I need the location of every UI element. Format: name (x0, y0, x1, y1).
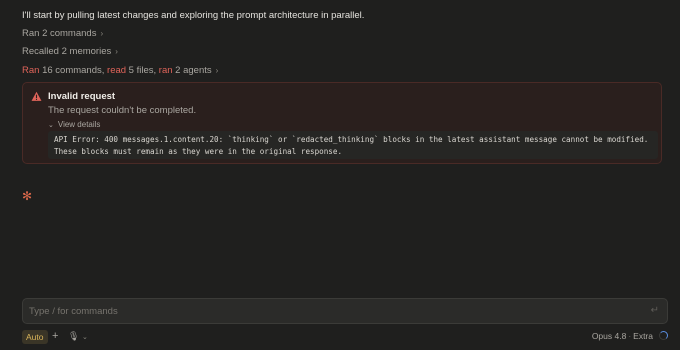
composer: ↵ (22, 298, 668, 324)
chevron-right-icon: › (215, 66, 219, 75)
ran-commands-toggle[interactable]: Ran 2 commands › (22, 28, 103, 39)
view-details-toggle[interactable]: ⌄ View details (48, 120, 100, 129)
mic-icon: 🎙 (68, 331, 80, 341)
recalled-memories-label: Recalled 2 memories (22, 46, 112, 57)
chevron-right-icon: › (100, 29, 104, 38)
view-details-label: View details (57, 120, 101, 129)
chevron-down-icon: ⌄ (48, 122, 54, 129)
chevron-right-icon: › (115, 47, 118, 56)
model-variant: Extra (633, 331, 653, 341)
model-selector[interactable]: Opus 4.8 · Extra (592, 330, 668, 344)
chevron-down-icon: ⌄ (81, 334, 88, 341)
files-count: 5 files, (126, 65, 159, 76)
ran-commands-label: Ran 2 commands (22, 28, 97, 39)
error-subtitle: The request couldn't be completed. (48, 105, 197, 116)
activity-summary-toggle[interactable]: Ran 16 commands, read 5 files, ran 2 age… (22, 65, 218, 76)
error-details: API Error: 400 messages.1.content.20: `t… (48, 131, 658, 159)
enter-icon[interactable]: ↵ (651, 305, 659, 316)
read-label: read (107, 65, 127, 76)
loading-spinner-icon (659, 331, 668, 340)
model-separator: · (628, 331, 632, 341)
thinking-spinner-icon: ✻ (22, 189, 33, 203)
warning-icon (31, 91, 42, 101)
commands-count: 16 commands, (39, 65, 108, 76)
ran-agents-label: ran (158, 65, 173, 76)
add-attachment-button[interactable]: + (52, 330, 58, 344)
error-panel: Invalid request The request couldn't be … (22, 82, 662, 164)
ran-label: Ran (22, 65, 40, 76)
model-name: Opus 4.8 (591, 331, 627, 341)
error-title: Invalid request (48, 91, 116, 102)
recalled-memories-toggle[interactable]: Recalled 2 memories › (22, 46, 118, 57)
message-input[interactable] (29, 303, 629, 320)
agents-count: 2 agents (172, 65, 212, 76)
mode-badge-auto[interactable]: Auto (22, 330, 48, 344)
mic-button[interactable]: 🎙 ⌄ (68, 330, 88, 344)
assistant-message-text: I'll start by pulling latest changes and… (22, 10, 365, 21)
